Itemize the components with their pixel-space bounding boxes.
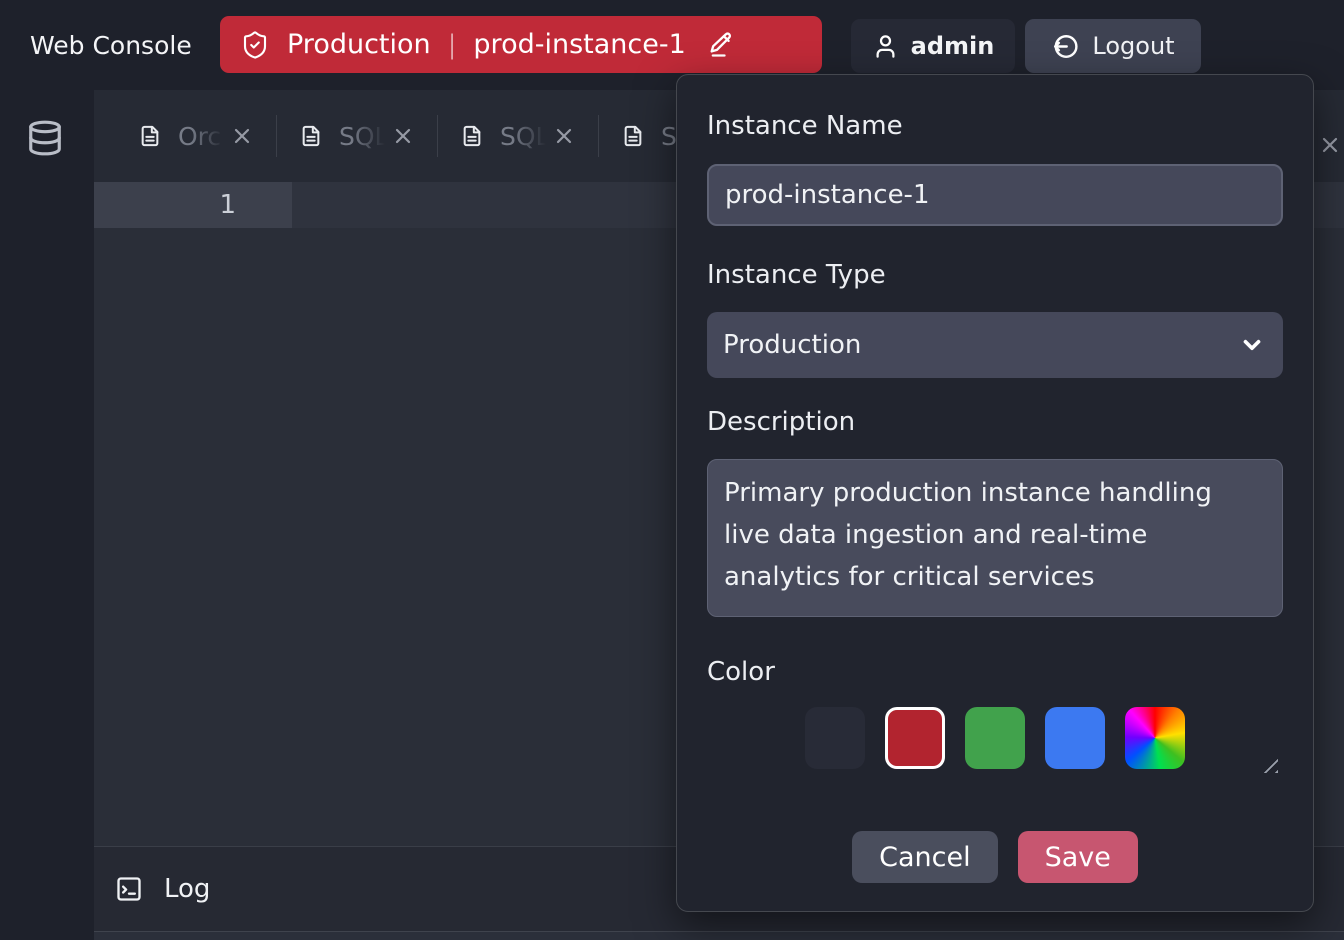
color-swatch-rainbow[interactable] — [1125, 707, 1185, 769]
tab-2[interactable]: SQL — [300, 114, 415, 158]
tab-3[interactable]: SQL — [461, 114, 576, 158]
tab-close-icon[interactable] — [391, 124, 415, 148]
file-icon — [300, 122, 322, 150]
app-title: Web Console — [30, 31, 192, 60]
instance-type-value: Production — [723, 330, 861, 360]
color-field-label: Color — [707, 655, 1283, 689]
instance-settings-modal: Instance Name Instance Type Production D… — [676, 74, 1314, 912]
color-swatch-green[interactable] — [965, 707, 1025, 769]
logout-label: Logout — [1092, 32, 1174, 60]
sidebar — [0, 90, 94, 940]
edit-pencil-icon[interactable] — [707, 31, 735, 59]
description-field-label: Description — [707, 405, 1283, 439]
user-icon — [872, 33, 899, 60]
badge-separator: | — [448, 30, 457, 60]
tab-1[interactable]: Orc — [139, 114, 254, 158]
bottom-strip — [94, 931, 1344, 940]
environment-label: Production — [287, 29, 431, 60]
database-icon[interactable] — [26, 116, 64, 160]
instance-type-field-label: Instance Type — [707, 258, 1283, 292]
save-button[interactable]: Save — [1018, 831, 1138, 883]
tab-divider — [276, 115, 277, 157]
color-swatch-default[interactable] — [805, 707, 865, 769]
tab-label: SQL — [339, 122, 389, 151]
instance-name-field-label: Instance Name — [707, 109, 1283, 143]
log-label: Log — [164, 874, 210, 904]
color-swatch-blue[interactable] — [1045, 707, 1105, 769]
tab-divider — [437, 115, 438, 157]
tab-close-icon[interactable] — [552, 124, 576, 148]
modal-buttons: Cancel Save — [707, 831, 1283, 883]
logout-button[interactable]: Logout — [1025, 19, 1201, 73]
logout-icon — [1051, 32, 1080, 61]
line-number: 1 — [94, 182, 292, 228]
user-chip[interactable]: admin — [851, 19, 1015, 73]
cancel-button[interactable]: Cancel — [852, 831, 997, 883]
description-textarea[interactable]: Primary production instance handling liv… — [707, 459, 1283, 617]
instance-name-label: prod-instance-1 — [473, 29, 685, 60]
shield-check-icon — [240, 30, 270, 60]
color-swatches — [707, 707, 1283, 769]
hidden-tab-close-icon[interactable] — [1318, 133, 1342, 157]
instance-badge[interactable]: Production | prod-instance-1 — [220, 16, 822, 73]
chevron-down-icon — [1239, 332, 1265, 358]
file-icon — [622, 122, 644, 150]
instance-name-input[interactable] — [707, 164, 1283, 226]
terminal-icon — [115, 875, 143, 903]
file-icon — [139, 122, 161, 150]
tab-close-icon[interactable] — [230, 124, 254, 148]
color-swatch-red[interactable] — [885, 707, 945, 769]
tab-label: SQL — [500, 122, 550, 151]
file-icon — [461, 122, 483, 150]
tab-label: Orc — [178, 122, 228, 151]
instance-type-select[interactable]: Production — [707, 312, 1283, 378]
tab-divider — [598, 115, 599, 157]
user-name: admin — [911, 32, 995, 60]
